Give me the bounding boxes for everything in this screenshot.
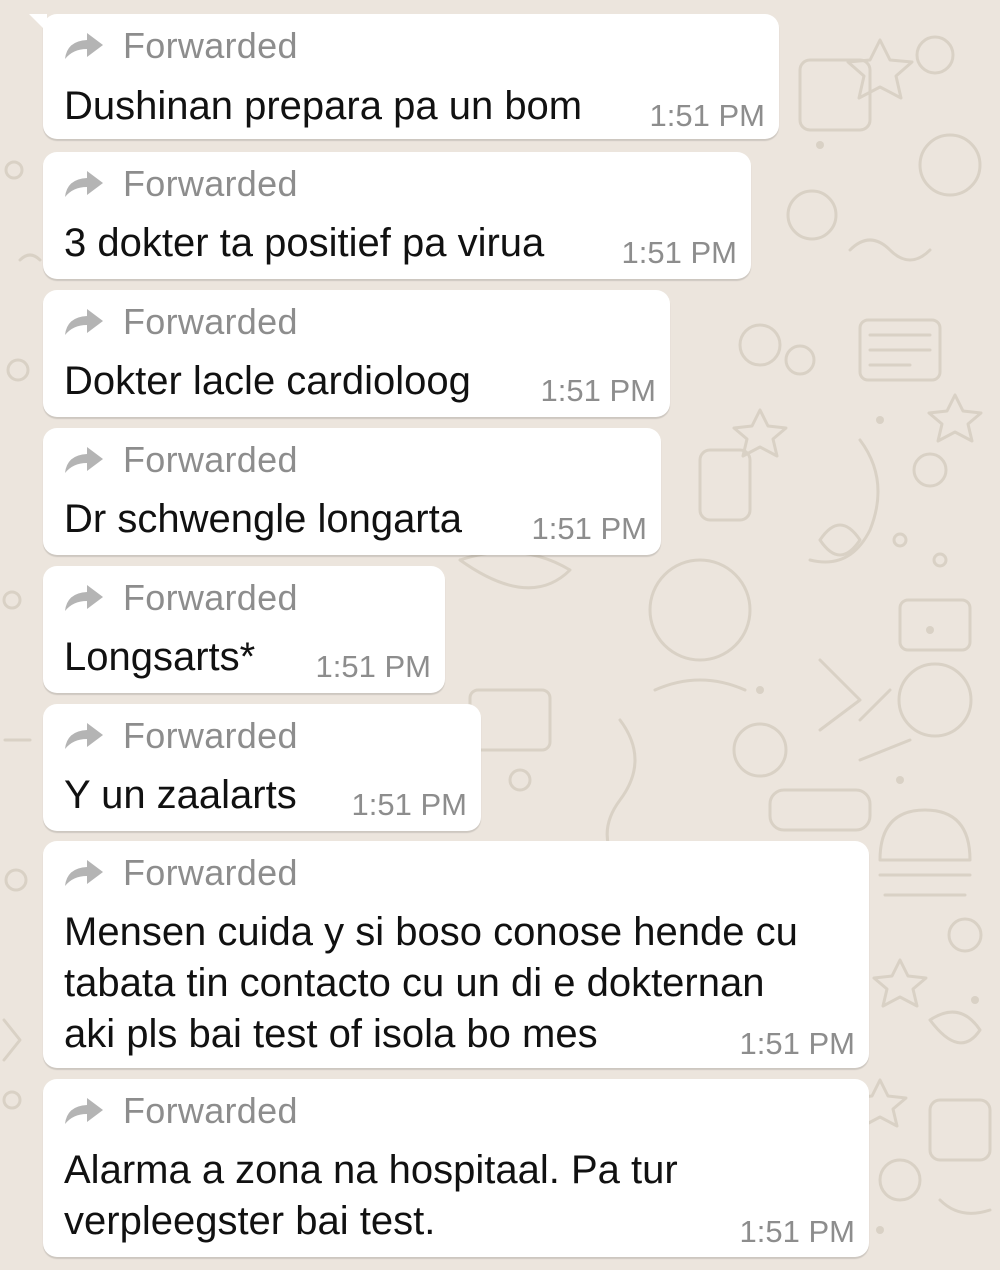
forwarded-indicator: Forwarded (63, 577, 298, 618)
message-bubble[interactable]: Forwarded Y un zaalarts 1:51 PM (43, 704, 481, 831)
forwarded-indicator: Forwarded (63, 715, 298, 756)
message-bubble[interactable]: Forwarded 3 dokter ta positief pa virua … (43, 152, 751, 279)
message-text: 3 dokter ta positief pa virua (64, 221, 545, 265)
message-bubble[interactable]: Forwarded Alarma a zona na hospitaal. Pa… (43, 1079, 869, 1257)
forwarded-indicator: Forwarded (63, 163, 298, 204)
message-timestamp: 1:51 PM (315, 649, 431, 684)
forward-arrow-icon (65, 860, 103, 886)
forward-arrow-icon (65, 447, 103, 473)
message-timestamp: 1:51 PM (531, 511, 647, 546)
forwarded-label: Forwarded (123, 163, 298, 204)
forward-arrow-icon (65, 1098, 103, 1124)
forward-arrow-icon (65, 585, 103, 611)
message-bubble[interactable]: Forwarded Longsarts* 1:51 PM (43, 566, 445, 693)
message-text: Dushinan prepara pa un bom (64, 84, 583, 128)
forwarded-label: Forwarded (123, 25, 298, 66)
forwarded-indicator: Forwarded (63, 301, 298, 342)
message-timestamp: 1:51 PM (739, 1026, 855, 1061)
forwarded-label: Forwarded (123, 439, 298, 480)
forwarded-indicator: Forwarded (63, 25, 298, 66)
message-timestamp: 1:51 PM (621, 235, 737, 270)
forward-arrow-icon (65, 33, 103, 59)
message-text: Dr schwengle longarta (64, 497, 462, 541)
message-text: Dokter lacle cardioloog (64, 359, 471, 403)
forwarded-label: Forwarded (123, 301, 298, 342)
forwarded-indicator: Forwarded (63, 1090, 298, 1131)
message-text: Alarma a zona na hospitaal. Pa tur verpl… (64, 1148, 678, 1243)
message-timestamp: 1:51 PM (351, 787, 467, 822)
forwarded-label: Forwarded (123, 852, 298, 893)
message-bubble[interactable]: Forwarded Dr schwengle longarta 1:51 PM (43, 428, 661, 555)
chat-message-list[interactable]: Forwarded Dushinan prepara pa un bom 1:5… (0, 0, 1000, 1270)
forwarded-indicator: Forwarded (63, 852, 298, 893)
message-text: Y un zaalarts (64, 773, 297, 817)
message-bubble[interactable]: Forwarded Mensen cuida y si boso conose … (43, 841, 869, 1068)
forward-arrow-icon (65, 171, 103, 197)
forwarded-indicator: Forwarded (63, 439, 298, 480)
message-bubble[interactable]: Forwarded Dokter lacle cardioloog 1:51 P… (43, 290, 670, 417)
message-timestamp: 1:51 PM (540, 373, 656, 408)
forward-arrow-icon (65, 309, 103, 335)
message-text: Mensen cuida y si boso conose hende cu t… (64, 910, 798, 1056)
forwarded-label: Forwarded (123, 715, 298, 756)
forward-arrow-icon (65, 723, 103, 749)
message-timestamp: 1:51 PM (739, 1214, 855, 1249)
message-text: Longsarts* (64, 635, 256, 679)
forwarded-label: Forwarded (123, 1090, 298, 1131)
forwarded-label: Forwarded (123, 577, 298, 618)
message-bubble[interactable]: Forwarded Dushinan prepara pa un bom 1:5… (29, 14, 779, 139)
message-timestamp: 1:51 PM (649, 98, 765, 133)
